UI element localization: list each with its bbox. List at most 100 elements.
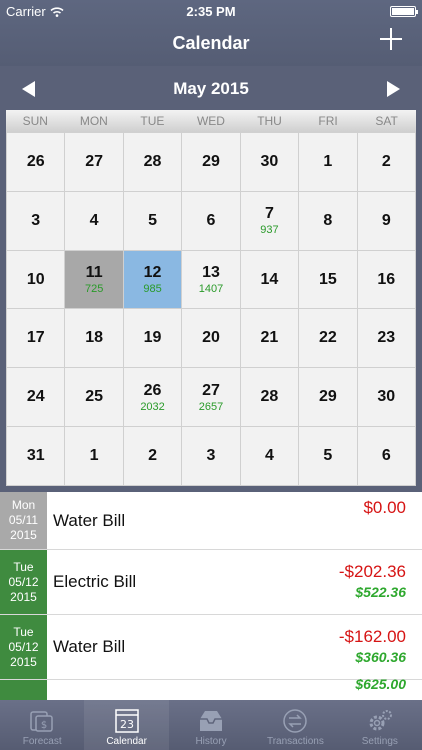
- date-weekday: Tue: [13, 559, 34, 574]
- calendar-day-cell[interactable]: 30: [240, 133, 299, 191]
- calendar-day-cell[interactable]: 10: [7, 250, 65, 309]
- calendar-day-cell[interactable]: 28: [123, 133, 182, 191]
- transactions-icon: [280, 707, 310, 735]
- calendar-day-cell[interactable]: 2: [357, 133, 415, 191]
- transaction-name: Electric Bill: [53, 572, 137, 591]
- calendar-day-cell[interactable]: 3: [7, 191, 65, 250]
- tab-forecast[interactable]: $ Forecast: [0, 700, 84, 750]
- calendar-day-cell[interactable]: 12 985: [123, 250, 182, 309]
- calendar-grid: 26 27 28 29 30 1 2 3 4 5 6 7 937 8 9 10 11 725 12 985 13 1407…: [6, 132, 416, 486]
- battery-icon: [390, 6, 418, 17]
- transaction-date: Tue: [0, 680, 47, 700]
- calendar-day-cell[interactable]: 19: [123, 309, 182, 368]
- day-number: 9: [381, 211, 391, 229]
- history-icon: [196, 707, 226, 735]
- day-balance: 2657: [198, 400, 224, 413]
- calendar-day-cell[interactable]: 17: [7, 309, 65, 368]
- transaction-row[interactable]: Mon 05/11 2015 Water Bill $0.00: [0, 492, 422, 550]
- status-time: 2:35 PM: [186, 4, 236, 19]
- status-bar: Carrier 2:35 PM: [0, 0, 422, 22]
- calendar-day-cell[interactable]: 11 725: [65, 250, 123, 309]
- month-header: May 2015: [0, 66, 422, 110]
- calendar-day-cell[interactable]: 26: [7, 133, 65, 191]
- next-month-button[interactable]: [387, 81, 400, 97]
- page-title: Calendar: [172, 33, 250, 53]
- transaction-name: Water Bill: [53, 637, 126, 656]
- day-number: 25: [85, 388, 104, 406]
- transaction-row[interactable]: Tue 05/12 2015 Electric Bill -$202.36 $522.36: [0, 550, 422, 615]
- calendar-day-cell[interactable]: 20: [182, 309, 240, 368]
- calendar-day-cell[interactable]: 15: [299, 250, 357, 309]
- calendar-day-cell[interactable]: 23: [357, 309, 415, 368]
- date-weekday: Tue: [13, 624, 34, 639]
- day-number: 30: [377, 388, 396, 406]
- tab-transactions[interactable]: Transactions: [253, 700, 337, 750]
- calendar-day-cell[interactable]: 5: [299, 427, 357, 485]
- day-number: 18: [85, 329, 104, 347]
- day-number: 7: [264, 205, 274, 223]
- calendar-day-cell[interactable]: 9: [357, 191, 415, 250]
- calendar-day-cell[interactable]: 4: [65, 191, 123, 250]
- day-number: 2: [148, 447, 158, 465]
- calendar-day-cell[interactable]: 27: [65, 133, 123, 191]
- weekday-label: FRI: [318, 114, 338, 128]
- settings-icon: [365, 707, 395, 735]
- calendar-day-cell[interactable]: 29: [299, 368, 357, 427]
- day-number: 14: [260, 270, 279, 288]
- calendar-day-cell[interactable]: 4: [240, 427, 299, 485]
- date-weekday: Mon: [11, 498, 36, 512]
- calendar-day-cell[interactable]: 5: [123, 191, 182, 250]
- calendar-day-cell[interactable]: 21: [240, 309, 299, 368]
- day-number: 1: [89, 447, 99, 465]
- calendar-day-cell[interactable]: 3: [182, 427, 240, 485]
- weekday-label: SUN: [22, 114, 48, 128]
- calendar-day-cell[interactable]: 13 1407: [182, 250, 240, 309]
- calendar-day-cell[interactable]: 8: [299, 191, 357, 250]
- calendar-day-cell[interactable]: 1: [299, 133, 357, 191]
- calendar-day-cell[interactable]: 14: [240, 250, 299, 309]
- calendar-day-cell[interactable]: 31: [7, 427, 65, 485]
- weekday-label: SAT: [375, 114, 398, 128]
- calendar-day-cell[interactable]: 25: [65, 368, 123, 427]
- calendar-day-cell[interactable]: 27 2657: [182, 368, 240, 427]
- day-number: 20: [202, 329, 220, 347]
- calendar-day-cell[interactable]: 18: [65, 309, 123, 368]
- date-date: 05/12: [8, 574, 39, 589]
- month-title: May 2015: [173, 79, 249, 98]
- calendar-day-cell[interactable]: 28: [240, 368, 299, 427]
- tab-settings[interactable]: Settings: [338, 700, 422, 750]
- day-number: 28: [143, 152, 162, 170]
- calendar-day-cell[interactable]: 29: [182, 133, 240, 191]
- day-number: 8: [323, 211, 333, 229]
- calendar-day-cell[interactable]: 16: [357, 250, 415, 309]
- calendar-day-cell[interactable]: 22: [299, 309, 357, 368]
- add-button[interactable]: [378, 26, 404, 52]
- transaction-amount: -$162.00: [338, 627, 406, 646]
- day-number: 22: [318, 329, 337, 347]
- day-number: 27: [202, 381, 220, 399]
- calendar-day-cell[interactable]: 6: [182, 191, 240, 250]
- calendar-day-cell[interactable]: 24: [7, 368, 65, 427]
- transaction-row[interactable]: Tue 05/12 2015 Water Bill -$162.00 $360.36: [0, 615, 422, 680]
- transaction-date: Mon 05/11 2015: [0, 492, 47, 549]
- day-number: 1: [323, 152, 333, 170]
- date-year: 2015: [10, 654, 37, 669]
- weekday-label: WED: [196, 114, 225, 128]
- calendar-day-cell[interactable]: 30: [357, 368, 415, 427]
- tab-history[interactable]: History: [169, 700, 253, 750]
- day-number: 4: [264, 447, 274, 465]
- calendar-day-cell[interactable]: 1: [65, 427, 123, 485]
- tab-label: Calendar: [106, 736, 147, 747]
- calendar-day-cell[interactable]: 6: [357, 427, 415, 485]
- day-number: 15: [318, 270, 337, 288]
- tab-label: Transactions: [266, 736, 324, 747]
- transaction-row[interactable]: Tue $625.00: [0, 676, 422, 700]
- calendar-day-cell[interactable]: 7 937: [240, 191, 299, 250]
- calendar-day-cell[interactable]: 26 2032: [123, 368, 182, 427]
- tab-calendar[interactable]: 23 Calendar: [84, 700, 169, 750]
- calendar-day-cell[interactable]: 2: [123, 427, 182, 485]
- calendar-icon-day: 23: [120, 718, 134, 731]
- transaction-date: Tue 05/12 2015: [0, 615, 47, 679]
- weekday-label: TUE: [140, 114, 165, 128]
- day-number: 6: [206, 211, 216, 229]
